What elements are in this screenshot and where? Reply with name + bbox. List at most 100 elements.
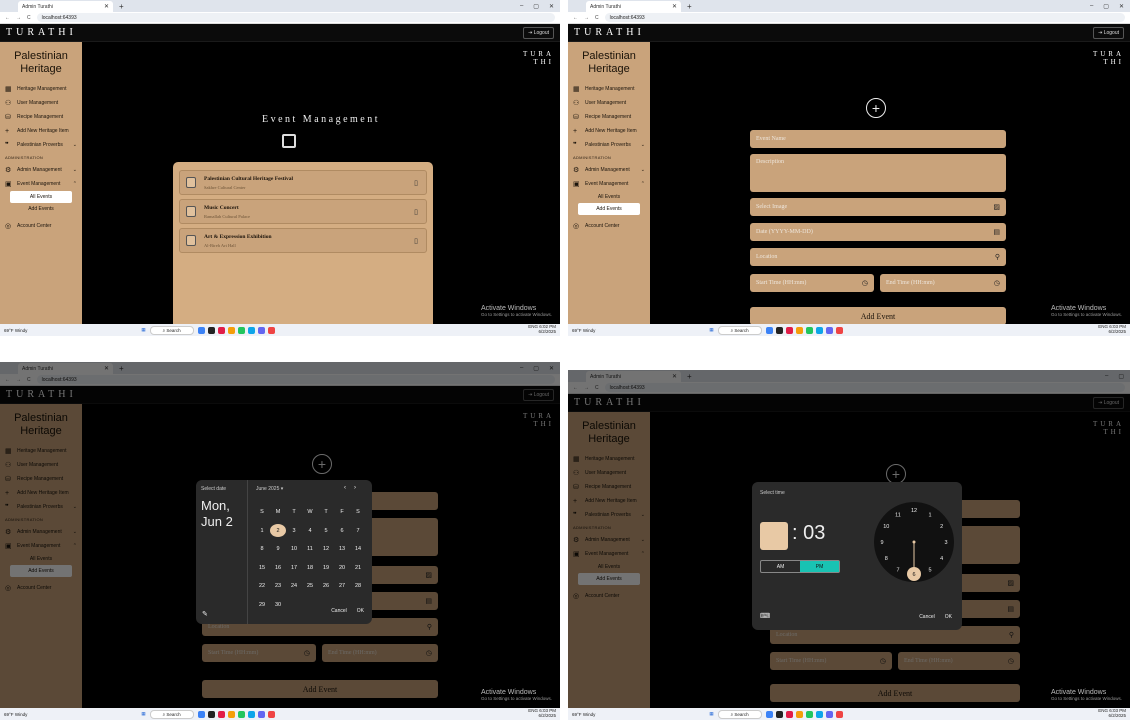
calendar-day[interactable]: 17 (286, 561, 302, 574)
calendar-day[interactable]: 13 (334, 543, 350, 556)
sidebar-item-events[interactable]: ▣ Event Management ⌃ (568, 177, 650, 191)
calendar-day[interactable]: 11 (302, 543, 318, 556)
sidebar-subitem-add-events[interactable]: Add Events (578, 203, 640, 216)
app-icon[interactable] (217, 710, 225, 718)
sidebar-item-add-heritage[interactable]: + Add New Heritage Item (0, 124, 82, 138)
close-tab-icon[interactable]: ✕ (104, 3, 109, 10)
hour-display[interactable] (760, 522, 788, 550)
close-window-button[interactable]: ✕ (1119, 3, 1124, 10)
calendar-day[interactable]: 8 (254, 543, 270, 556)
app-icon[interactable] (207, 326, 215, 334)
taskbar-search[interactable]: ⌕ Search (717, 325, 762, 335)
start-time-input[interactable]: Start Time (HH:mm) ◷ (750, 274, 874, 292)
reload-icon[interactable]: C (27, 15, 31, 21)
weather-widget[interactable]: 69°F Windy (572, 712, 595, 717)
calendar-day[interactable]: 14 (350, 543, 366, 556)
app-icon[interactable] (815, 710, 823, 718)
calendar-day[interactable]: 22 (254, 580, 270, 593)
clock-hour[interactable]: 11 (895, 512, 901, 518)
clock-hour[interactable]: 4 (940, 556, 943, 562)
trash-icon[interactable]: ▯ (414, 208, 418, 216)
minimize-button[interactable]: – (1090, 3, 1093, 10)
clock-hour[interactable]: 2 (940, 524, 943, 530)
app-icon[interactable] (805, 326, 813, 334)
app-icon[interactable] (765, 710, 773, 718)
sidebar-item-admin[interactable]: ⚙ Admin Management ⌄ (568, 163, 650, 177)
calendar-day[interactable]: 2 (270, 524, 286, 537)
pm-button[interactable]: PM (800, 561, 839, 572)
ok-button[interactable]: OK (945, 614, 952, 620)
calendar-day[interactable]: 12 (318, 543, 334, 556)
calendar-day[interactable]: 27 (334, 580, 350, 593)
chevron-left-icon[interactable]: ‹ (344, 485, 354, 491)
url-field[interactable]: localhost:64393 (604, 13, 1125, 22)
app-icon[interactable] (247, 710, 255, 718)
sidebar-item-proverbs[interactable]: ❞ Palestinian Proverbs ⌄ (568, 138, 650, 152)
taskbar-search[interactable]: ⌕ Search (717, 709, 762, 719)
calendar-day[interactable]: 5 (318, 524, 334, 537)
app-icon[interactable] (227, 326, 235, 334)
calendar-day[interactable]: 6 (334, 524, 350, 537)
calendar-day[interactable]: 18 (302, 561, 318, 574)
back-icon[interactable]: ← (5, 15, 10, 21)
clock-hour[interactable]: 3 (944, 540, 947, 546)
app-icon[interactable] (197, 326, 205, 334)
maximize-button[interactable]: ▢ (533, 3, 539, 10)
calendar-day[interactable]: 25 (302, 580, 318, 593)
cancel-button[interactable]: Cancel (331, 608, 347, 614)
app-icon[interactable] (785, 710, 793, 718)
sidebar-item-recipes[interactable]: ⛁ Recipe Management (568, 110, 650, 124)
clock-hour[interactable]: 5 (928, 568, 931, 574)
app-icon[interactable] (825, 710, 833, 718)
minimize-button[interactable]: – (520, 3, 523, 10)
app-icon[interactable] (217, 326, 225, 334)
app-icon[interactable] (197, 710, 205, 718)
event-card[interactable]: Music Concert Ramallah Cultural Palace ▯ (179, 199, 427, 224)
taskbar-search[interactable]: ⌕ Search (149, 325, 194, 335)
sidebar-subitem-all-events[interactable]: All Events (568, 191, 650, 203)
am-button[interactable]: AM (761, 561, 800, 572)
reload-icon[interactable]: C (595, 15, 599, 21)
app-icon[interactable] (775, 710, 783, 718)
sidebar-item-heritage[interactable]: ▦ Heritage Management (568, 82, 650, 96)
calendar-day[interactable]: 29 (254, 598, 270, 611)
cancel-button[interactable]: Cancel (919, 614, 935, 620)
sidebar-item-add-heritage[interactable]: + Add New Heritage Item (568, 124, 650, 138)
logout-button[interactable]: ⇥ Logout (523, 26, 554, 39)
clock-hour[interactable]: 6 (912, 572, 915, 578)
date-input[interactable]: Date (YYYY-MM-DD) ▤ (750, 223, 1006, 241)
close-window-button[interactable]: ✕ (549, 3, 554, 10)
calendar-day[interactable]: 24 (286, 580, 302, 593)
calendar-day[interactable]: 4 (302, 524, 318, 537)
sidebar-item-users[interactable]: ⚇ User Management (0, 96, 82, 110)
calendar-day[interactable]: 21 (350, 561, 366, 574)
keyboard-icon[interactable]: ⌨ (760, 612, 770, 620)
forward-icon[interactable]: → (16, 15, 21, 21)
month-year-selector[interactable]: June 2025 ▾ (256, 486, 283, 492)
start-icon[interactable]: ▦ (709, 711, 713, 717)
app-icon[interactable] (237, 326, 245, 334)
app-icon[interactable] (765, 326, 773, 334)
browser-tab[interactable]: Admin Turathi ✕ (586, 1, 681, 12)
system-tray[interactable]: ENG 6:03 PM 6/2/2025 (528, 708, 556, 719)
start-icon[interactable]: ▦ (709, 327, 713, 333)
trash-icon[interactable]: ▯ (414, 237, 418, 245)
app-icon[interactable] (825, 326, 833, 334)
new-tab-button[interactable]: + (687, 1, 692, 12)
back-icon[interactable]: ← (573, 15, 578, 21)
forward-icon[interactable]: → (584, 15, 589, 21)
sidebar-subitem-all-events[interactable]: All Events (10, 191, 72, 204)
system-tray[interactable]: ENG 6:03 PM 6/2/2025 (1098, 708, 1126, 719)
app-icon[interactable] (257, 326, 265, 334)
url-field[interactable]: localhost:64393 (36, 13, 555, 22)
start-icon[interactable]: ▦ (141, 711, 145, 717)
taskbar-search[interactable]: ⌕ Search (149, 709, 194, 719)
select-image-field[interactable]: Select Image ▨ (750, 198, 1006, 216)
calendar-day[interactable]: 16 (270, 561, 286, 574)
edit-pencil-icon[interactable]: ✎ (202, 610, 208, 618)
close-tab-icon[interactable]: ✕ (672, 3, 677, 10)
clock-hour[interactable]: 12 (911, 508, 917, 514)
sidebar-item-proverbs[interactable]: ❞ Palestinian Proverbs ⌄ (0, 138, 82, 152)
calendar-day[interactable]: 9 (270, 543, 286, 556)
app-icon[interactable] (835, 326, 843, 334)
